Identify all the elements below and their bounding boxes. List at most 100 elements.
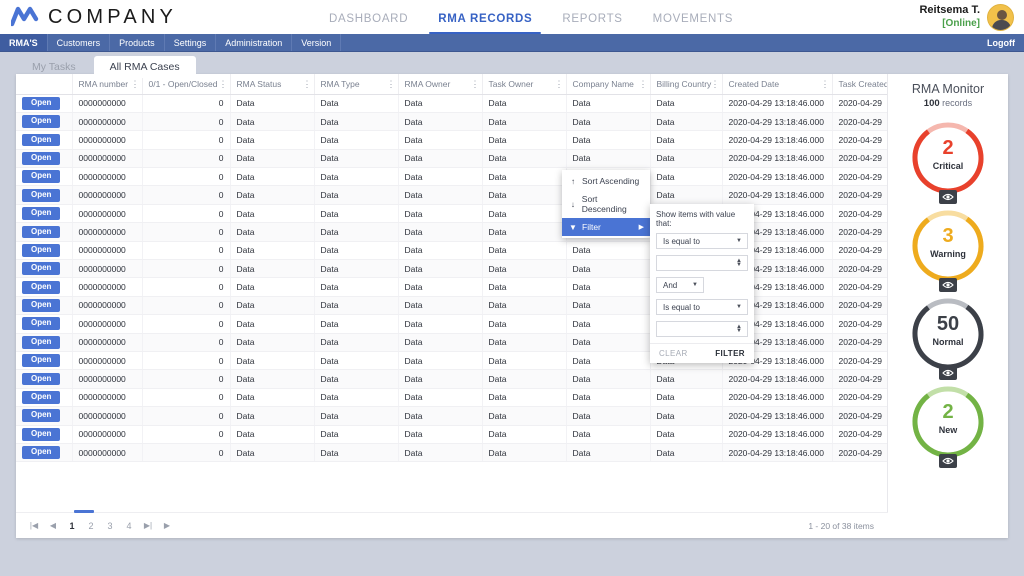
prev-page-icon[interactable]: ◀ <box>45 518 61 534</box>
column-menu-icon[interactable]: ⋮ <box>471 79 480 88</box>
filter-value-2-input[interactable]: ▲ ▼ <box>656 321 748 337</box>
nav-movements[interactable]: MOVEMENTS <box>653 13 733 34</box>
column-header-company-name[interactable]: Company Name ⋮ <box>566 74 651 95</box>
open-button[interactable]: Open <box>22 243 61 257</box>
table-row[interactable]: Open00000000000DataDataDataDataDataData2… <box>16 112 887 132</box>
nav-rma-records[interactable]: RMA RECORDS <box>429 13 542 34</box>
open-button[interactable]: Open <box>22 115 61 128</box>
open-button[interactable]: Open <box>22 335 61 349</box>
table-row[interactable]: Open00000000000DataDataDataDataDataData2… <box>16 351 887 371</box>
open-button[interactable]: Open <box>22 133 61 147</box>
open-button[interactable]: Open <box>22 151 61 165</box>
menu-item-products[interactable]: Products <box>110 34 165 51</box>
table-row[interactable]: Open00000000000DataDataDataDataDataData2… <box>16 314 887 334</box>
open-button[interactable]: Open <box>22 317 61 331</box>
spinner-icon[interactable]: ▲ ▼ <box>736 258 742 268</box>
menu-sort-ascending[interactable]: ↑ Sort Ascending <box>562 172 650 190</box>
page-button-4[interactable]: 4 <box>121 518 137 534</box>
filter-operator-1-select[interactable]: Is equal to ▼ <box>656 233 748 249</box>
open-button[interactable]: Open <box>22 262 61 276</box>
column-header-rma-status[interactable]: RMA Status ⋮ <box>230 74 315 95</box>
menu-item-version[interactable]: Version <box>292 34 342 51</box>
cell-rma-owner: Data <box>398 94 483 113</box>
open-button[interactable]: Open <box>22 409 61 423</box>
table-row[interactable]: Open00000000000DataDataDataDataDataData2… <box>16 333 887 352</box>
open-button[interactable]: Open <box>22 280 61 294</box>
table-row[interactable]: Open00000000000DataDataDataDataDataData2… <box>16 185 887 205</box>
table-row[interactable]: Open00000000000DataDataDataDataDataData2… <box>16 167 887 187</box>
open-button[interactable]: Open <box>22 225 61 239</box>
table-row[interactable]: Open00000000000DataDataDataDataDataData2… <box>16 443 887 463</box>
user-profile[interactable]: Reitsema T. [Online] <box>919 3 1024 31</box>
last-page-icon[interactable]: ▶| <box>140 518 156 534</box>
column-header-task-created-date[interactable]: Task Created Date <box>832 74 887 95</box>
column-menu-icon[interactable]: ⋮ <box>387 79 396 88</box>
column-header-rma-owner[interactable]: RMA Owner ⋮ <box>398 74 483 95</box>
table-row[interactable]: Open00000000000DataDataDataDataDataData2… <box>16 388 887 408</box>
column-header-task-owner[interactable]: Task Owner ⋮ <box>482 74 567 95</box>
brand-logo[interactable]: COMPANY <box>0 6 177 29</box>
table-row[interactable]: Open00000000000DataDataDataDataDataData2… <box>16 222 887 242</box>
table-row[interactable]: Open00000000000DataDataDataDataDataData2… <box>16 296 887 316</box>
user-avatar[interactable] <box>987 3 1014 31</box>
eye-icon[interactable] <box>939 366 957 380</box>
column-menu-icon[interactable]: ⋮ <box>555 79 564 88</box>
open-button[interactable]: Open <box>22 299 61 312</box>
eye-icon[interactable] <box>939 454 957 468</box>
first-page-icon[interactable]: |◀ <box>26 518 42 534</box>
table-row[interactable]: Open00000000000DataDataDataDataDataData2… <box>16 425 887 444</box>
table-row[interactable]: Open00000000000DataDataDataDataDataData2… <box>16 149 887 169</box>
open-button[interactable]: Open <box>22 207 61 220</box>
open-button[interactable]: Open <box>22 391 61 404</box>
table-row[interactable]: Open00000000000DataDataDataDataDataData2… <box>16 204 887 224</box>
open-button[interactable]: Open <box>22 96 61 110</box>
filter-value-1-input[interactable]: ▲ ▼ <box>656 255 748 271</box>
column-header-rma-type[interactable]: RMA Type ⋮ <box>314 74 399 95</box>
column-menu-icon[interactable]: ⋮ <box>711 79 720 88</box>
menu-sort-descending[interactable]: ↓ Sort Descending <box>562 190 650 218</box>
table-row[interactable]: Open00000000000DataDataDataDataDataData2… <box>16 259 887 279</box>
cell-open: Open <box>16 241 73 261</box>
cell-rma-number: 0000000000 <box>72 369 143 389</box>
table-row[interactable]: Open00000000000DataDataDataDataDataData2… <box>16 241 887 261</box>
next-page-icon[interactable]: ▶ <box>159 518 175 534</box>
open-button[interactable]: Open <box>22 446 61 460</box>
menu-item-settings[interactable]: Settings <box>165 34 217 51</box>
page-button-3[interactable]: 3 <box>102 518 118 534</box>
logoff-button[interactable]: Logoff <box>978 34 1024 51</box>
filter-clear-button[interactable]: CLEAR <box>659 349 688 358</box>
menu-item-customers[interactable]: Customers <box>48 34 111 51</box>
tab-all-rma-cases[interactable]: All RMA Cases <box>93 56 196 78</box>
filter-logic-select[interactable]: And ▼ <box>656 277 704 293</box>
open-button[interactable]: Open <box>22 170 61 184</box>
eye-icon[interactable] <box>939 278 957 292</box>
table-row[interactable]: Open00000000000DataDataDataDataDataData2… <box>16 94 887 113</box>
filter-operator-2-select[interactable]: Is equal to ▼ <box>656 299 748 315</box>
column-header-billing-country[interactable]: Billing Country ⋮ <box>650 74 723 95</box>
open-button[interactable]: Open <box>22 188 61 202</box>
page-button-2[interactable]: 2 <box>83 518 99 534</box>
column-menu-icon[interactable]: ⋮ <box>303 79 312 88</box>
page-button-1[interactable]: 1 <box>64 518 80 534</box>
nav-dashboard[interactable]: DASHBOARD <box>329 13 408 34</box>
open-button[interactable]: Open <box>22 427 61 441</box>
table-row[interactable]: Open00000000000DataDataDataDataDataData2… <box>16 277 887 297</box>
table-row[interactable]: Open00000000000DataDataDataDataDataData2… <box>16 406 887 426</box>
column-header-created-date[interactable]: Created Date ⋮ <box>722 74 833 95</box>
open-button[interactable]: Open <box>22 354 61 368</box>
column-menu-icon[interactable]: ⋮ <box>639 79 648 88</box>
table-row[interactable]: Open00000000000DataDataDataDataDataData2… <box>16 130 887 150</box>
filter-apply-button[interactable]: FILTER <box>715 349 745 358</box>
open-button[interactable]: Open <box>22 372 61 386</box>
nav-reports[interactable]: REPORTS <box>562 13 622 34</box>
column-menu-icon[interactable]: ⋮ <box>131 79 140 88</box>
eye-icon[interactable] <box>939 190 957 204</box>
menu-item-administration[interactable]: Administration <box>216 34 293 51</box>
table-row[interactable]: Open00000000000DataDataDataDataDataData2… <box>16 369 887 389</box>
menu-item-rmas[interactable]: RMA'S <box>0 34 48 51</box>
column-menu-icon[interactable]: ⋮ <box>821 79 830 88</box>
menu-filter[interactable]: ▼ Filter ▶ <box>562 218 650 236</box>
tab-my-tasks[interactable]: My Tasks <box>16 56 92 78</box>
column-menu-icon[interactable]: ⋮ <box>219 79 228 88</box>
spinner-icon[interactable]: ▲ ▼ <box>736 324 742 334</box>
